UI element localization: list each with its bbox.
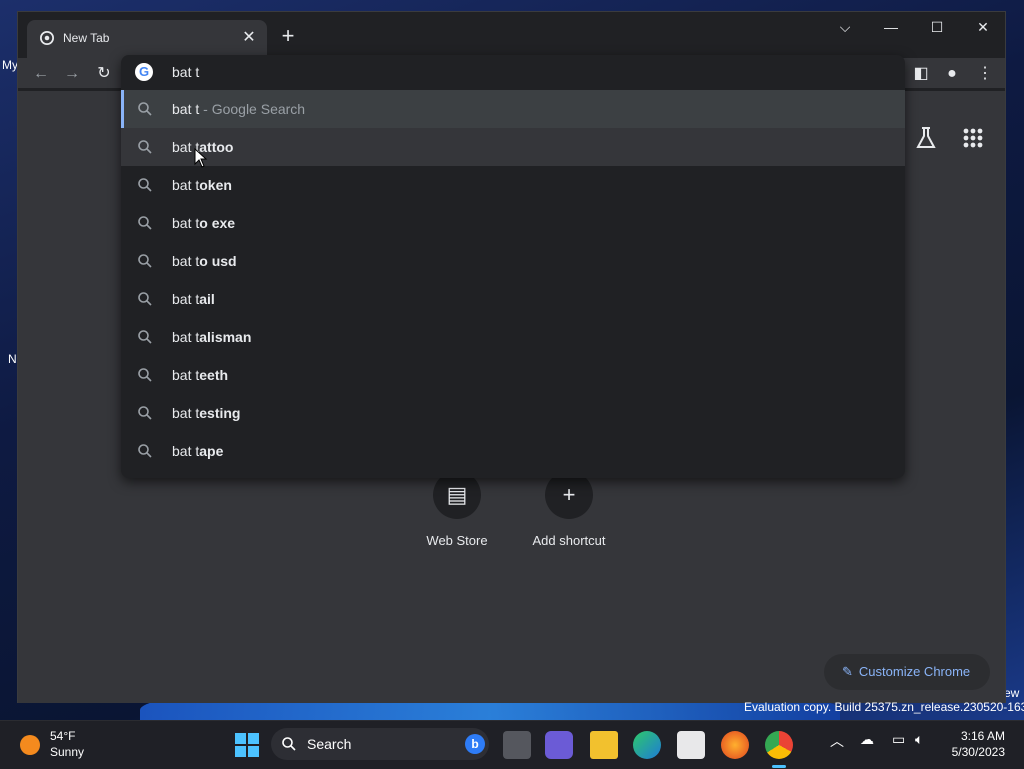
omnibox-dropdown: G bat t bat t - Google Search bat tattoo…	[121, 55, 905, 478]
suggestion-typed: bat t	[172, 443, 200, 459]
suggestion-item[interactable]: bat to exe	[121, 204, 905, 242]
chrome-taskbar-icon[interactable]	[765, 731, 793, 759]
suggestion-item[interactable]: bat teeth	[121, 356, 905, 394]
evaluation-watermark: Evaluation copy. Build 25375.zn_release.…	[744, 700, 1024, 714]
shortcut-label: Add shortcut	[532, 533, 606, 548]
menu-icon[interactable]: ⋮	[972, 61, 998, 87]
search-icon	[138, 330, 152, 344]
side-panel-icon[interactable]: ◧	[908, 61, 934, 87]
taskbar-search[interactable]: Search b	[271, 728, 489, 760]
suggestion-completion: alisman	[199, 329, 252, 345]
search-icon	[138, 254, 152, 268]
google-icon: G	[135, 63, 153, 81]
weather-temp: 54°F	[50, 729, 76, 743]
clock-date: 5/30/2023	[951, 745, 1005, 759]
customize-chrome-button[interactable]: ✎ Customize Chrome	[824, 654, 990, 690]
suggestion-typed: bat t	[172, 329, 200, 345]
new-tab-button[interactable]: +	[276, 24, 300, 48]
volume-icon[interactable]: 🔈︎	[915, 731, 923, 748]
close-tab-icon[interactable]: ✕	[239, 28, 259, 48]
chrome-icon	[40, 31, 54, 45]
search-icon	[138, 406, 152, 420]
suggestion-typed: bat t	[172, 101, 200, 117]
search-icon	[138, 444, 152, 458]
sun-icon	[20, 735, 40, 755]
network-icon[interactable]: ▭	[892, 731, 905, 748]
suggestion-item[interactable]: bat testing	[121, 394, 905, 432]
suggestion-typed: bat t	[172, 291, 200, 307]
cloud-icon[interactable]: ☁	[860, 731, 874, 748]
tab-title: New Tab	[63, 31, 110, 45]
search-icon	[138, 140, 152, 154]
desktop-icon-label[interactable]: ew	[1004, 686, 1019, 700]
suggestion-completion: ape	[199, 443, 224, 459]
weather-condition: Sunny	[50, 745, 85, 759]
search-icon	[138, 216, 152, 230]
mouse-cursor-icon	[194, 148, 208, 168]
suggestion-item[interactable]: bat tail	[121, 280, 905, 318]
file-explorer-icon[interactable]	[590, 731, 618, 759]
labs-icon[interactable]	[911, 123, 941, 153]
start-icon[interactable]	[233, 731, 261, 759]
firefox-icon[interactable]	[721, 731, 749, 759]
suggestion-item[interactable]: bat tattoo	[121, 128, 905, 166]
search-label: Search	[307, 736, 352, 752]
tab-new-tab[interactable]: New Tab ✕	[27, 20, 267, 58]
suggestion-completion: ail	[199, 291, 215, 307]
customize-label: Customize Chrome	[858, 664, 971, 679]
taskbar: 54°F Sunny Search b ︿ ☁ ▭ 🔈︎ 3:16 AM 5/3…	[0, 720, 1024, 769]
tab-strip: New Tab ✕ + ⌵ — ☐ ✕	[18, 12, 1005, 58]
suggestion-completion: esting	[199, 405, 241, 421]
teams-icon[interactable]	[545, 731, 573, 759]
tab-search-icon[interactable]: ⌵	[822, 12, 868, 42]
omnibox[interactable]: G bat t	[121, 55, 905, 90]
forward-icon[interactable]: →	[59, 61, 85, 87]
web-store-icon: ▤	[433, 471, 481, 519]
suggestion-typed: bat t	[172, 177, 200, 193]
search-icon	[282, 737, 296, 751]
suggestion-item[interactable]: bat to usd	[121, 242, 905, 280]
shortcut-label: Web Store	[426, 533, 488, 548]
reload-icon[interactable]: ↻	[91, 61, 117, 87]
profile-icon[interactable]: ●	[939, 61, 965, 87]
maximize-button[interactable]: ☐	[914, 12, 960, 42]
suggestion-completion: oken	[199, 177, 232, 193]
suggestion-completion: o exe	[199, 215, 236, 231]
minimize-button[interactable]: —	[868, 12, 914, 42]
close-window-button[interactable]: ✕	[960, 12, 1006, 42]
suggestion-item[interactable]: bat tape	[121, 432, 905, 470]
pencil-icon: ✎	[842, 664, 853, 679]
bing-icon[interactable]: b	[465, 734, 485, 754]
clock-time: 3:16 AM	[960, 729, 1005, 743]
apps-grid-icon[interactable]	[958, 123, 988, 153]
shortcut-add[interactable]: + Add shortcut	[519, 471, 619, 548]
suggestion-item[interactable]: bat talisman	[121, 318, 905, 356]
suggestion-typed: bat t	[172, 405, 200, 421]
suggestion-typed: bat t	[172, 367, 200, 383]
suggestion-item[interactable]: bat token	[121, 166, 905, 204]
search-icon	[138, 292, 152, 306]
suggestion-completion: o usd	[199, 253, 237, 269]
omnibox-input[interactable]: bat t	[172, 64, 199, 80]
back-icon[interactable]: ←	[28, 61, 54, 87]
edge-icon[interactable]	[633, 731, 661, 759]
store-icon[interactable]	[677, 731, 705, 759]
desktop-icon-label[interactable]: My	[2, 58, 18, 72]
suggestion-completion: eeth	[199, 367, 229, 383]
search-icon	[138, 178, 152, 192]
system-clock[interactable]: 3:16 AM 5/30/2023	[940, 728, 1005, 760]
suggestion-typed: bat t	[172, 215, 200, 231]
shortcut-web-store[interactable]: ▤ Web Store	[407, 471, 507, 548]
suggestion-typed: bat t	[172, 253, 200, 269]
suggestion-suffix: - Google Search	[199, 101, 306, 117]
selection-bar	[121, 90, 124, 128]
task-view-icon[interactable]	[503, 731, 531, 759]
search-icon	[138, 368, 152, 382]
search-icon	[138, 102, 152, 116]
desktop-icon-label[interactable]: N	[8, 352, 17, 366]
chrome-window: New Tab ✕ + ⌵ — ☐ ✕ ← → ↻ ◧ ● ⋮ ▤ Web St…	[17, 11, 1006, 703]
chevron-up-icon[interactable]: ︿	[830, 731, 844, 751]
suggestion-item[interactable]: bat t - Google Search	[121, 90, 905, 128]
plus-icon: +	[545, 471, 593, 519]
